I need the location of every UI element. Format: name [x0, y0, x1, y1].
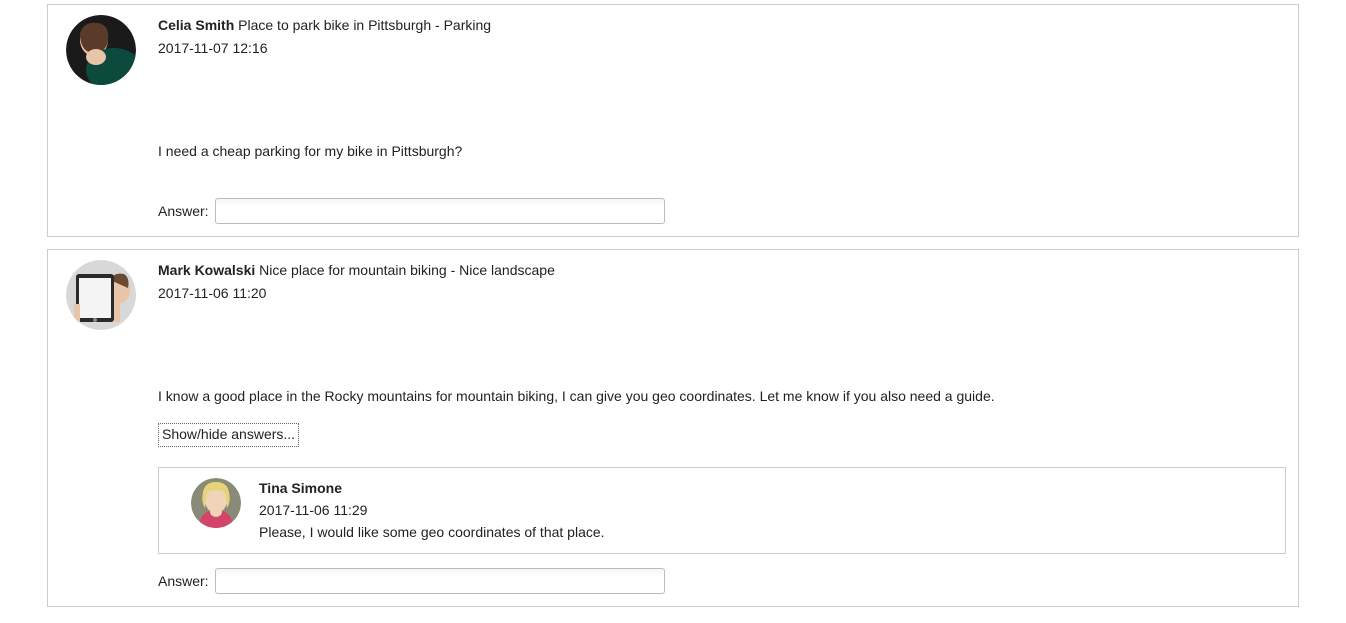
post-body: I know a good place in the Rocky mountai…	[158, 386, 1286, 407]
post-title-line: Celia Smith Place to park bike in Pittsb…	[158, 15, 1286, 36]
avatar	[66, 260, 136, 330]
post-subject: Nice place for mountain biking - Nice la…	[259, 262, 555, 278]
post-subject: Place to park bike in Pittsburgh - Parki…	[238, 17, 491, 33]
post-header: Celia Smith Place to park bike in Pittsb…	[60, 15, 1286, 85]
answers-list: Tina Simone 2017-11-06 11:29 Please, I w…	[158, 467, 1286, 554]
answer-text: Please, I would like some geo coordinate…	[259, 522, 1275, 543]
post-header: Mark Kowalski Nice place for mountain bi…	[60, 260, 1286, 330]
post-date: 2017-11-06 11:20	[158, 283, 1286, 304]
avatar	[191, 478, 241, 528]
post-content: Mark Kowalski Nice place for mountain bi…	[158, 260, 1286, 304]
posts-container: Celia Smith Place to park bike in Pittsb…	[47, 4, 1299, 607]
post-body-wrapper: I know a good place in the Rocky mountai…	[158, 386, 1286, 594]
post-body: I need a cheap parking for my bike in Pi…	[158, 141, 1286, 162]
answer-label: Answer:	[158, 573, 209, 589]
answer-item: Tina Simone 2017-11-06 11:29 Please, I w…	[158, 467, 1286, 554]
post-content: Celia Smith Place to park bike in Pittsb…	[158, 15, 1286, 59]
avatar	[66, 15, 136, 85]
answer-content: Tina Simone 2017-11-06 11:29 Please, I w…	[259, 478, 1275, 543]
post-date: 2017-11-07 12:16	[158, 38, 1286, 59]
answer-date: 2017-11-06 11:29	[259, 500, 1275, 521]
answer-label: Answer:	[158, 203, 209, 219]
author-name: Celia Smith	[158, 17, 234, 33]
answer-author: Tina Simone	[259, 478, 1275, 499]
forum-post: Celia Smith Place to park bike in Pittsb…	[47, 4, 1299, 237]
answer-input[interactable]	[215, 568, 665, 594]
answer-row: Answer:	[158, 568, 1286, 594]
answer-input[interactable]	[215, 198, 665, 224]
answer-row: Answer:	[158, 198, 1286, 224]
post-body-wrapper: I need a cheap parking for my bike in Pi…	[158, 141, 1286, 224]
post-title-line: Mark Kowalski Nice place for mountain bi…	[158, 260, 1286, 281]
toggle-answers-button[interactable]: Show/hide answers...	[158, 423, 299, 447]
author-name: Mark Kowalski	[158, 262, 255, 278]
forum-post: Mark Kowalski Nice place for mountain bi…	[47, 249, 1299, 607]
